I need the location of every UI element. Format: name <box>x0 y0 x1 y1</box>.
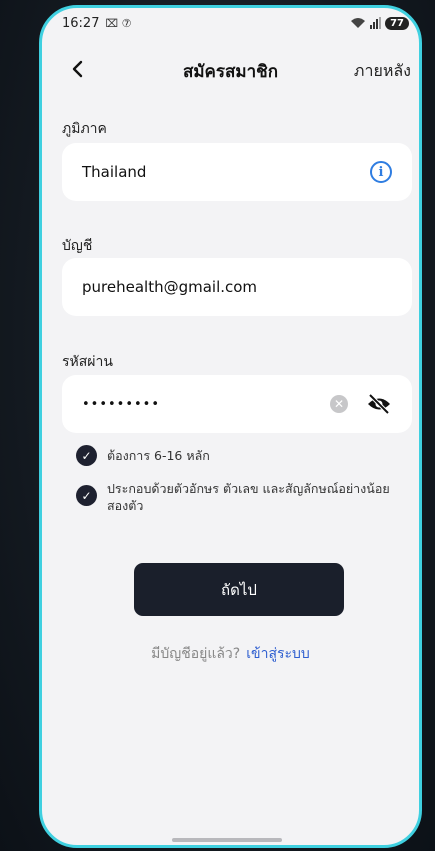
password-field[interactable]: ••••••••• ✕ <box>62 375 412 433</box>
check-circle-icon: ✓ <box>76 485 97 506</box>
eye-off-icon[interactable] <box>366 393 392 415</box>
status-time: 16:27 <box>62 15 100 31</box>
password-label: รหัสผ่าน <box>62 354 113 370</box>
region-value: Thailand <box>82 163 147 181</box>
wifi-icon <box>351 18 366 28</box>
region-label: ภูมิภาค <box>62 121 107 137</box>
rule-composition-text: ประกอบด้วยตัวอักษร ตัวเลข และสัญลักษณ์อย… <box>107 481 390 513</box>
rule-length-text: ต้องการ 6-16 หลัก <box>107 448 210 463</box>
login-link[interactable]: เข้าสู่ระบบ <box>246 646 310 662</box>
info-icon[interactable]: i <box>370 161 392 183</box>
account-field[interactable]: purehealth@gmail.com <box>62 258 412 316</box>
have-account-text: มีบัญชีอยู่แล้ว? <box>151 646 241 662</box>
rule-composition: ✓ ประกอบด้วยตัวอักษร ตัวเลข และสัญลักษณ์… <box>76 480 397 514</box>
phone-screen: 16:27 ⌧ ⑦ 77 สมัครสมาชิก ภายหลัง ภูมิภาค… <box>39 5 422 848</box>
check-circle-icon: ✓ <box>76 445 97 466</box>
nav-bar: สมัครสมาชิก ภายหลัง <box>42 53 419 85</box>
next-button[interactable]: ถัดไป <box>134 563 344 616</box>
status-bar: 16:27 ⌧ ⑦ 77 <box>42 8 419 38</box>
status-indicators: ⌧ ⑦ <box>105 16 132 30</box>
rule-length: ✓ ต้องการ 6-16 หลัก <box>76 445 397 466</box>
password-value: ••••••••• <box>82 396 161 412</box>
region-field[interactable]: Thailand i <box>62 143 412 201</box>
account-label: บัญชี <box>62 238 93 254</box>
signal-icon <box>370 17 382 29</box>
clear-icon[interactable]: ✕ <box>330 395 348 413</box>
later-button[interactable]: ภายหลัง <box>354 59 411 84</box>
account-value: purehealth@gmail.com <box>82 278 258 296</box>
home-indicator <box>172 838 282 842</box>
login-prompt: มีบัญชีอยู่แล้ว? เข้าสู่ระบบ <box>42 643 419 665</box>
battery-badge: 77 <box>385 16 409 30</box>
